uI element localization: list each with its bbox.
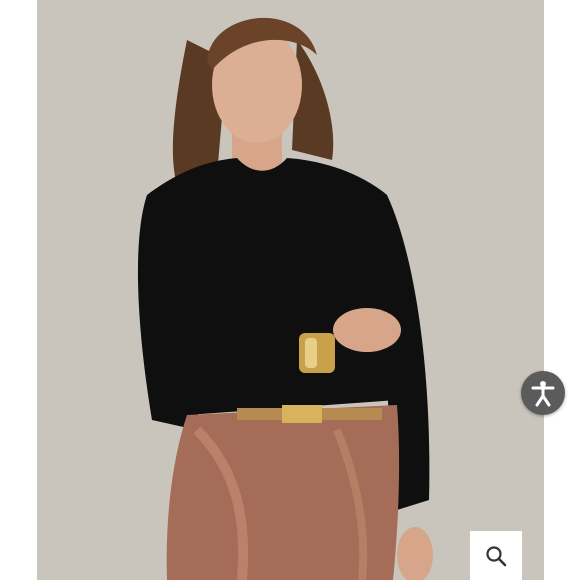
product-photo [37,0,544,580]
zoom-button[interactable] [470,531,522,580]
magnifier-icon [486,545,507,566]
accessibility-icon [531,381,555,407]
product-photo-illustration [37,0,544,580]
accessibility-button[interactable] [521,371,565,415]
